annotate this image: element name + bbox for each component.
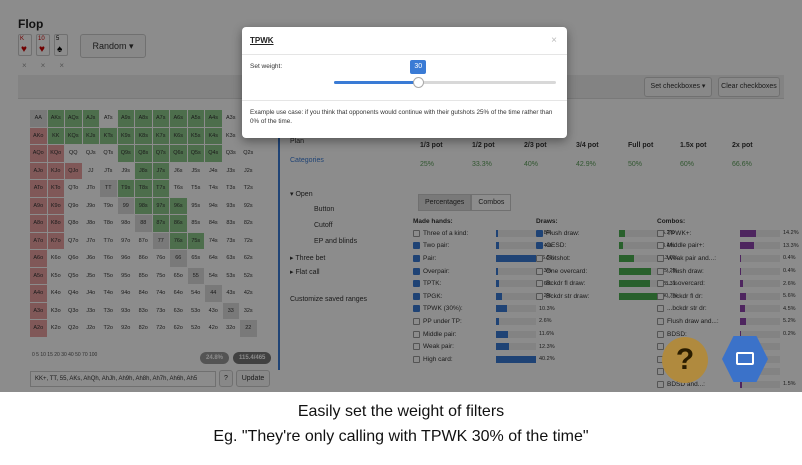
caption-line-2: Eg. "They're only calling with TPWK 30% …: [213, 428, 589, 445]
slider-value-bubble: 30: [410, 60, 427, 74]
weight-label: Set weight:: [250, 63, 283, 70]
caption-line-1: Easily set the weight of filters: [297, 403, 505, 420]
screenshot-stage: Flop K ♥ 10 ♥ 5 ♠ ××× Random ▾ Set checkboxes…: [0, 0, 802, 392]
question-help-icon[interactable]: ?: [662, 337, 708, 383]
weight-modal: TPWK × Set weight: 30 Example use case: …: [242, 27, 567, 138]
slider-fill: [334, 81, 419, 84]
modal-divider: [242, 54, 567, 55]
weight-slider[interactable]: 30: [334, 60, 556, 88]
modal-title: TPWK: [250, 36, 274, 45]
modal-help-text: Example use case: if you think that oppo…: [250, 109, 553, 125]
modal-divider-2: [242, 100, 567, 101]
slider-handle[interactable]: [413, 77, 425, 88]
close-icon[interactable]: ×: [551, 35, 557, 46]
